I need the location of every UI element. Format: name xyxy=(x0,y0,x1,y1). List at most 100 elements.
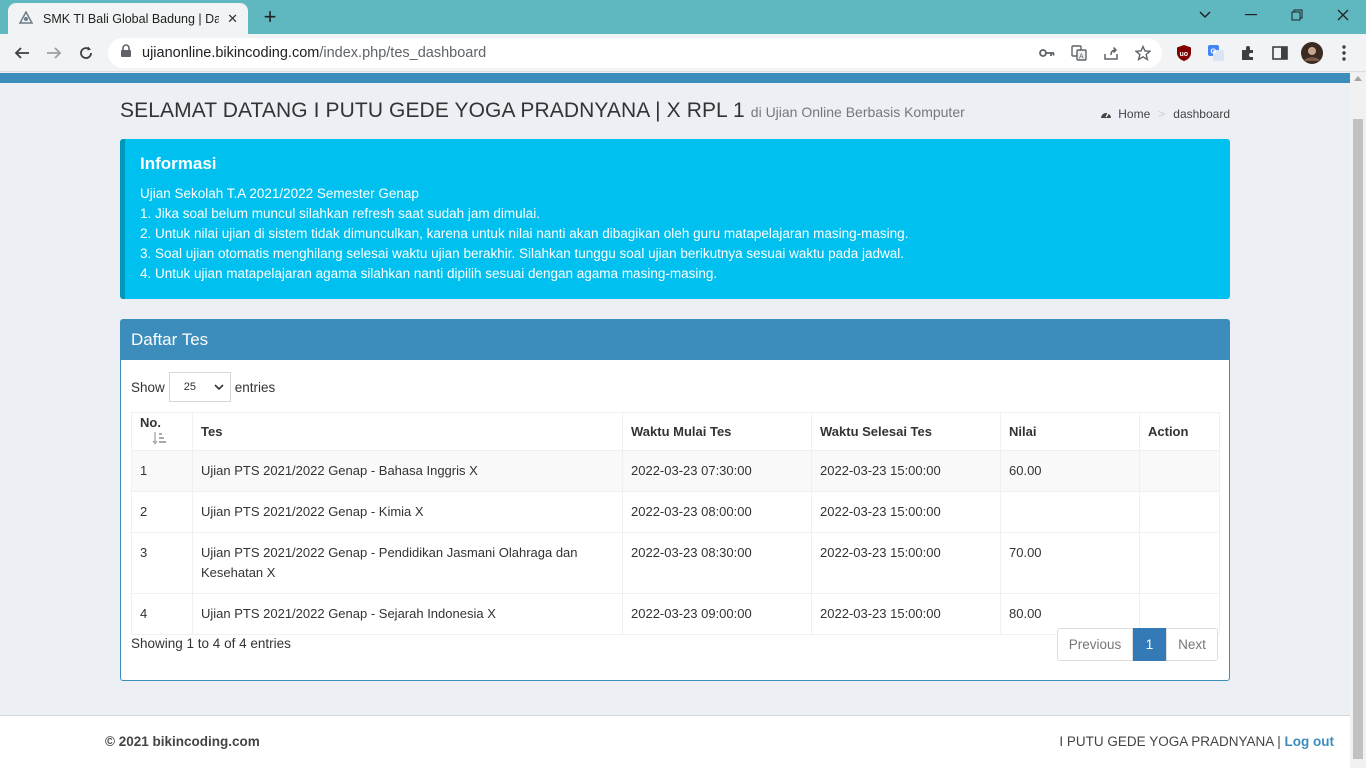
cell-tes: Ujian PTS 2021/2022 Genap - Pendidikan J… xyxy=(192,532,623,594)
page-title: SELAMAT DATANG I PUTU GEDE YOGA PRADNYAN… xyxy=(120,99,745,122)
info-line: 2. Untuk nilai ujian di sistem tidak dim… xyxy=(140,226,909,241)
svg-text:G: G xyxy=(1211,47,1217,56)
cell-waktu-selesai: 2022-03-23 15:00:00 xyxy=(811,491,1001,533)
tab-search-chevron-icon[interactable] xyxy=(1182,0,1228,30)
browser-toolbar: ujianonline.bikincoding.com/index.php/te… xyxy=(0,34,1366,72)
test-list-box: Daftar Tes Show 25 entries No. Tes Waktu… xyxy=(120,319,1230,681)
chevron-down-icon xyxy=(214,382,224,394)
info-line: Ujian Sekolah T.A 2021/2022 Semester Gen… xyxy=(140,186,419,201)
address-bar[interactable]: ujianonline.bikincoding.com/index.php/te… xyxy=(108,38,1162,68)
new-tab-icon[interactable]: + xyxy=(258,4,282,29)
lock-icon[interactable] xyxy=(120,43,132,63)
page-scrollbar[interactable] xyxy=(1350,73,1366,768)
column-header-waktu-selesai[interactable]: Waktu Selesai Tes xyxy=(811,412,1001,451)
next-page-button[interactable]: Next xyxy=(1166,628,1218,661)
table-info-text: Showing 1 to 4 of 4 entries xyxy=(131,636,291,651)
forward-arrow-icon[interactable] xyxy=(42,41,66,65)
back-arrow-icon[interactable] xyxy=(10,41,34,65)
cell-waktu-mulai: 2022-03-23 07:30:00 xyxy=(622,450,812,492)
previous-page-button[interactable]: Previous xyxy=(1057,628,1133,661)
cell-tes: Ujian PTS 2021/2022 Genap - Bahasa Inggr… xyxy=(192,450,623,492)
cell-no: 3 xyxy=(131,532,193,594)
info-line: 3. Soal ujian otomatis menghilang selesa… xyxy=(140,246,904,261)
breadcrumb-home-link[interactable]: Home xyxy=(1118,107,1150,121)
dashboard-gauge-icon xyxy=(1100,109,1112,120)
cell-no: 4 xyxy=(131,593,193,635)
tab-title: SMK TI Bali Global Badung | Dash xyxy=(43,11,220,26)
table-row: 2 Ujian PTS 2021/2022 Genap - Kimia X 20… xyxy=(131,491,1220,533)
bookmark-star-icon[interactable] xyxy=(1134,44,1152,62)
pagination: Previous 1 Next xyxy=(1057,628,1218,661)
entries-label: entries xyxy=(234,379,276,395)
browser-tab[interactable]: SMK TI Bali Global Badung | Dash ✕ xyxy=(8,3,248,34)
cell-tes: Ujian PTS 2021/2022 Genap - Sejarah Indo… xyxy=(192,593,623,635)
navbar-strip xyxy=(0,73,1350,83)
footer-user-name: I PUTU GEDE YOGA PRADNYANA | xyxy=(1059,734,1281,749)
content-header: SELAMAT DATANG I PUTU GEDE YOGA PRADNYAN… xyxy=(120,99,1230,129)
school-logo-icon xyxy=(18,10,34,27)
cell-waktu-mulai: 2022-03-23 09:00:00 xyxy=(622,593,812,635)
cell-waktu-selesai: 2022-03-23 15:00:00 xyxy=(811,593,1001,635)
cell-waktu-mulai: 2022-03-23 08:00:00 xyxy=(622,491,812,533)
minimize-icon[interactable] xyxy=(1228,0,1274,30)
scrollbar-thumb[interactable] xyxy=(1353,119,1363,759)
profile-avatar[interactable] xyxy=(1300,41,1324,65)
logout-link[interactable]: Log out xyxy=(1285,734,1334,749)
copyright-text: © 2021 bikincoding.com xyxy=(105,734,260,749)
breadcrumb-current: dashboard xyxy=(1173,107,1230,121)
test-table: No. Tes Waktu Mulai Tes Waktu Selesai Te… xyxy=(131,412,1220,635)
entries-select[interactable]: 25 xyxy=(168,372,231,402)
svg-text:A: A xyxy=(1079,54,1084,61)
cell-nilai: 70.00 xyxy=(1000,532,1140,594)
cell-no: 1 xyxy=(131,450,193,492)
breadcrumb: Home > dashboard xyxy=(1100,107,1230,121)
column-header-nilai[interactable]: Nilai xyxy=(1000,412,1140,451)
table-row: 1 Ujian PTS 2021/2022 Genap - Bahasa Ing… xyxy=(131,450,1220,492)
cell-waktu-selesai: 2022-03-23 15:00:00 xyxy=(811,532,1001,594)
column-header-action[interactable]: Action xyxy=(1139,412,1220,451)
show-label: Show xyxy=(131,379,165,395)
cell-action xyxy=(1139,450,1220,492)
key-icon[interactable] xyxy=(1038,44,1056,62)
cell-action xyxy=(1139,532,1220,594)
info-title: Informasi xyxy=(140,154,217,173)
footer-user-area: I PUTU GEDE YOGA PRADNYANA | Log out xyxy=(1059,734,1334,749)
restore-icon[interactable] xyxy=(1274,0,1320,30)
info-line: 1. Jika soal belum muncul silahkan refre… xyxy=(140,206,540,221)
cell-waktu-selesai: 2022-03-23 15:00:00 xyxy=(811,450,1001,492)
entries-length-control: Show 25 entries xyxy=(131,372,275,402)
share-icon[interactable] xyxy=(1102,44,1120,62)
google-translate-ext-icon[interactable]: G xyxy=(1206,43,1226,63)
table-header-row: No. Tes Waktu Mulai Tes Waktu Selesai Te… xyxy=(131,412,1220,451)
column-header-tes[interactable]: Tes xyxy=(192,412,623,451)
translate-icon[interactable]: A xyxy=(1070,44,1088,62)
close-tab-icon[interactable]: ✕ xyxy=(227,11,238,27)
scroll-up-arrow-icon[interactable] xyxy=(1354,76,1362,81)
cell-no: 2 xyxy=(131,491,193,533)
box-title: Daftar Tes xyxy=(121,320,1229,360)
side-panel-icon[interactable] xyxy=(1270,43,1290,63)
breadcrumb-separator: > xyxy=(1158,107,1166,121)
page-footer: © 2021 bikincoding.com I PUTU GEDE YOGA … xyxy=(0,715,1350,768)
reload-icon[interactable] xyxy=(74,41,98,65)
page-viewport: SELAMAT DATANG I PUTU GEDE YOGA PRADNYAN… xyxy=(0,73,1350,768)
url-text: ujianonline.bikincoding.com/index.php/te… xyxy=(142,45,487,61)
cell-nilai: 60.00 xyxy=(1000,450,1140,492)
browser-menu-icon[interactable] xyxy=(1334,43,1354,63)
info-line: 4. Untuk ujian matapelajaran agama silah… xyxy=(140,266,718,281)
column-header-waktu-mulai[interactable]: Waktu Mulai Tes xyxy=(622,412,812,451)
extensions-puzzle-icon[interactable] xyxy=(1238,43,1258,63)
table-row: 3 Ujian PTS 2021/2022 Genap - Pendidikan… xyxy=(131,532,1220,594)
page-subtitle: di Ujian Online Berbasis Komputer xyxy=(750,104,965,120)
info-callout: Informasi Ujian Sekolah T.A 2021/2022 Se… xyxy=(120,139,1230,299)
browser-tab-bar: SMK TI Bali Global Badung | Dash ✕ + xyxy=(0,0,1366,34)
cell-tes: Ujian PTS 2021/2022 Genap - Kimia X xyxy=(192,491,623,533)
cell-action xyxy=(1139,491,1220,533)
entries-select-value: 25 xyxy=(183,381,197,393)
close-window-icon[interactable] xyxy=(1320,0,1366,30)
column-header-no[interactable]: No. xyxy=(131,412,193,451)
ublock-icon[interactable]: uo xyxy=(1174,43,1194,63)
svg-text:uo: uo xyxy=(1180,51,1189,58)
sort-ascending-icon[interactable] xyxy=(152,431,166,448)
page-1-button[interactable]: 1 xyxy=(1133,628,1166,661)
